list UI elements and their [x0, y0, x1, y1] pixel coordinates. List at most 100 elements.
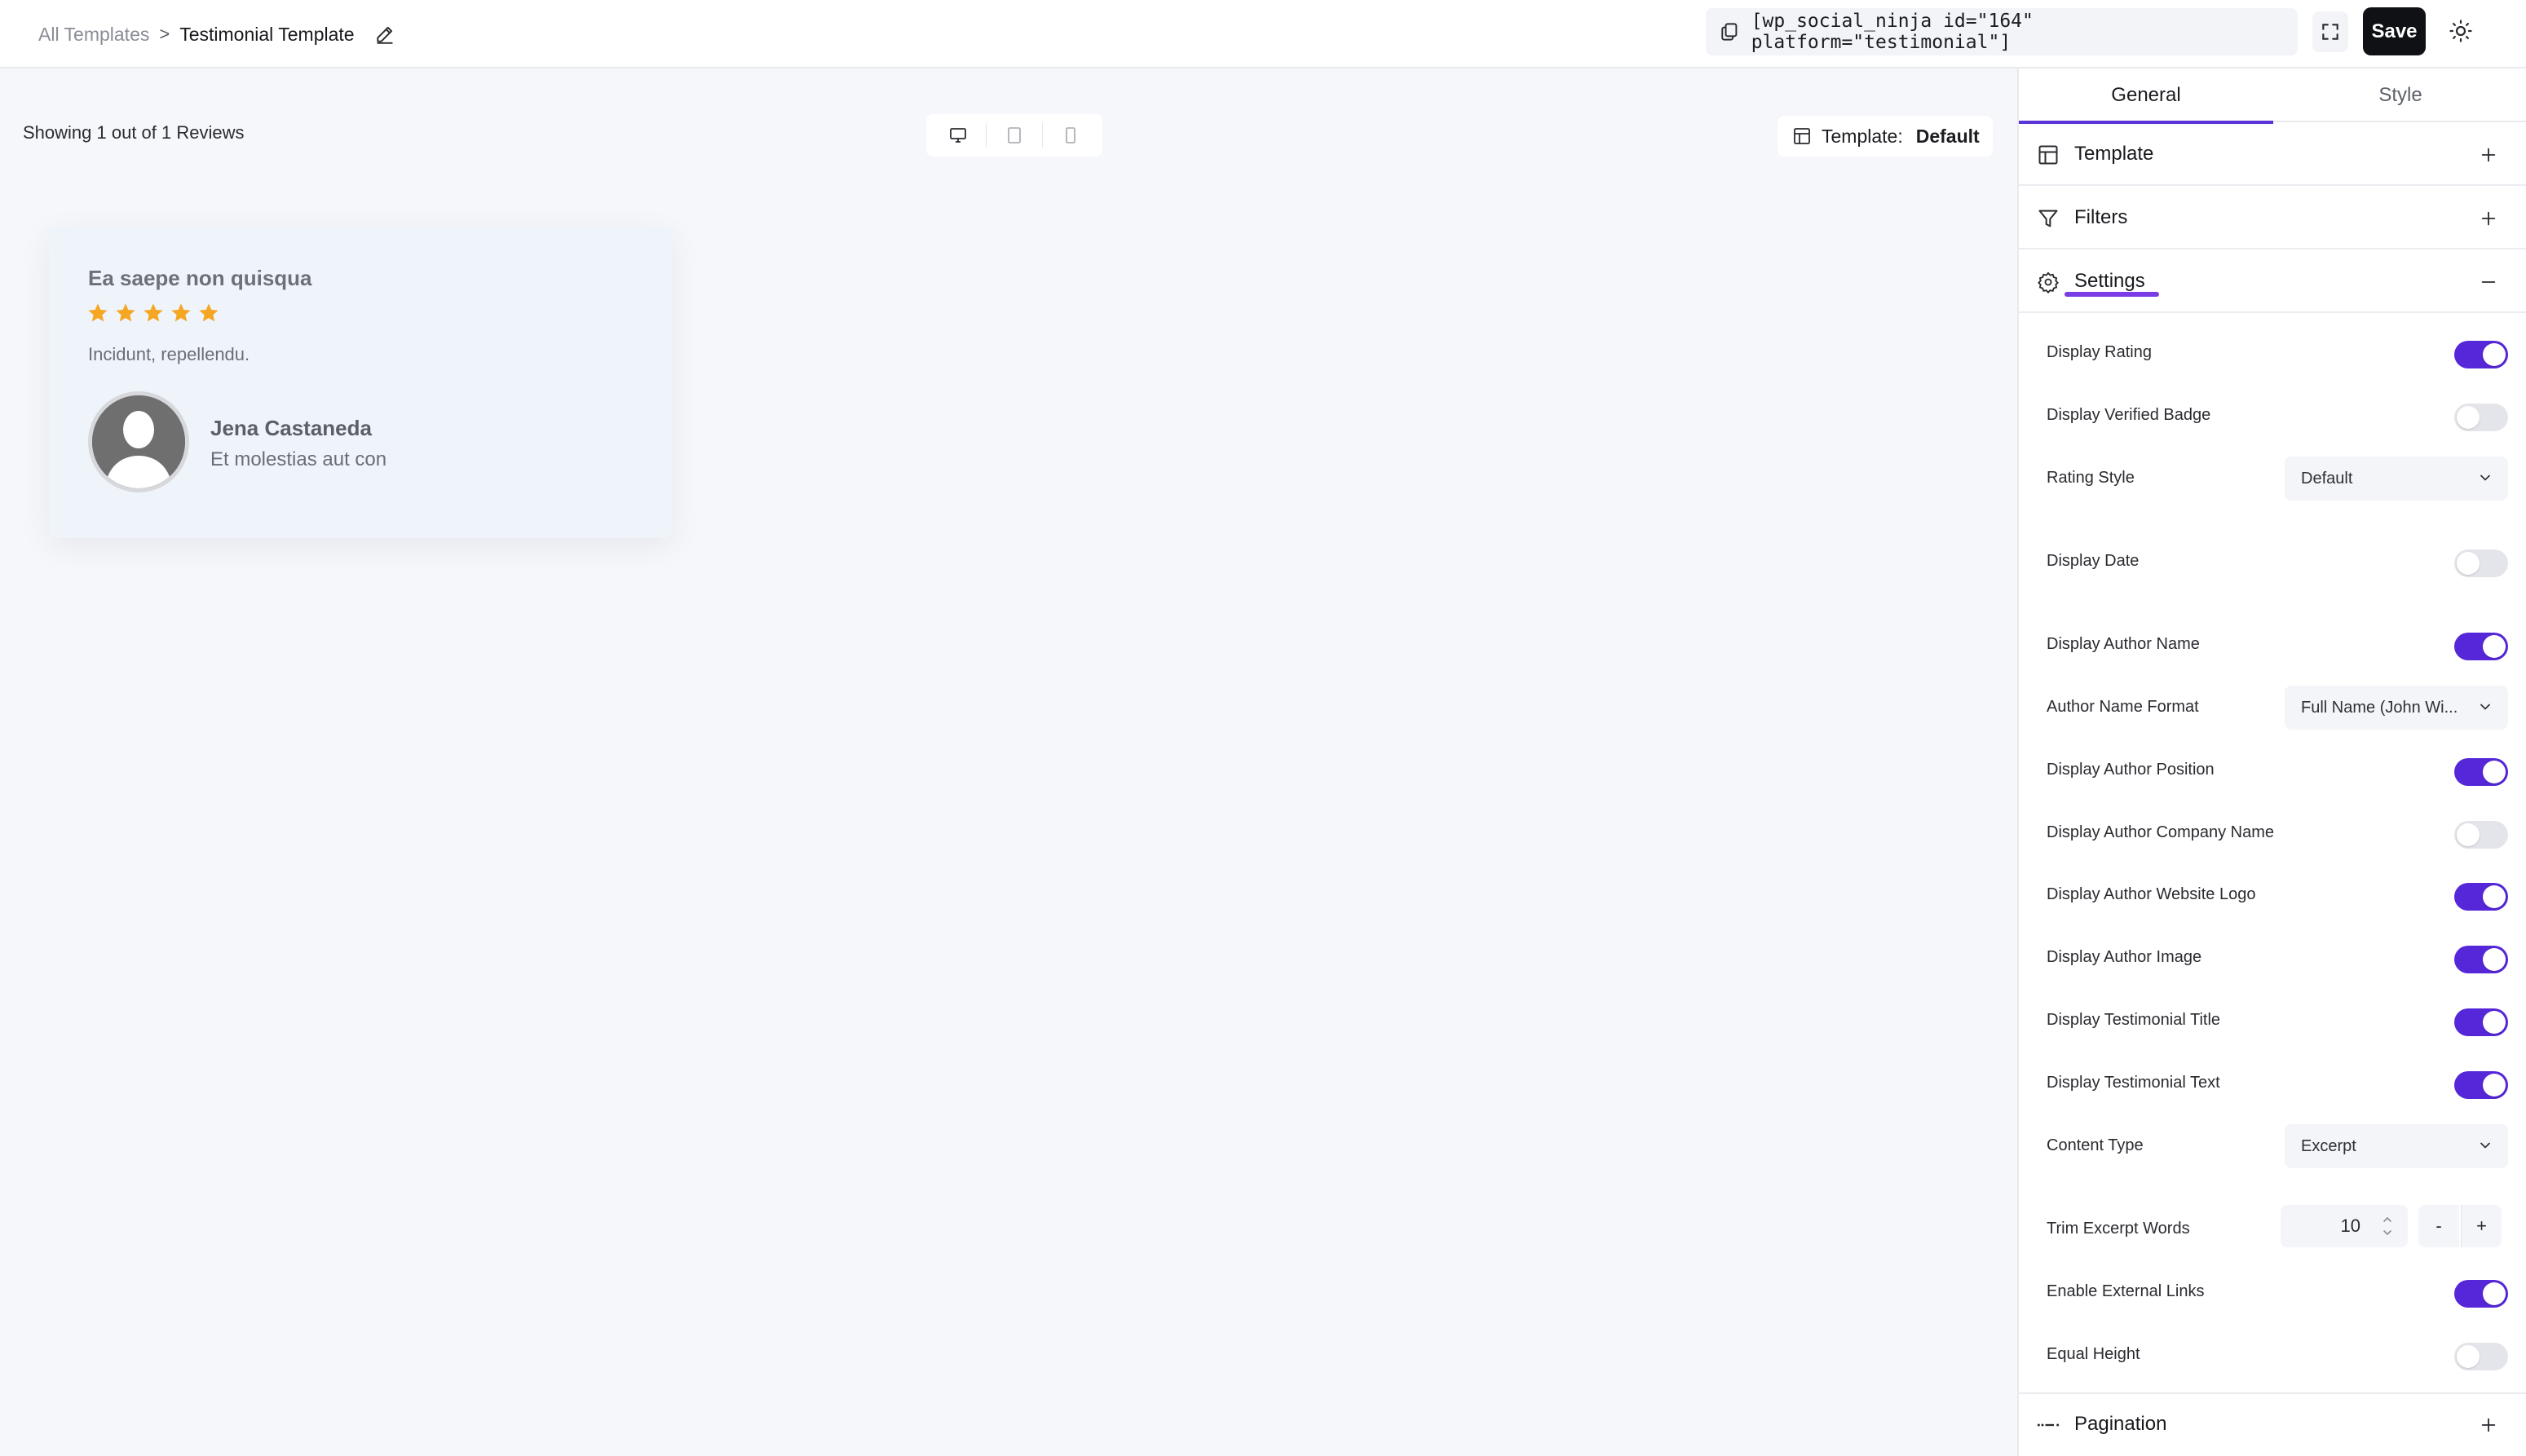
setting-display-author-name: Display Author Name [2047, 628, 2508, 660]
pencil-icon[interactable] [374, 24, 395, 45]
setting-content-type: Content Type Excerpt [2047, 1124, 2508, 1168]
sun-icon [2449, 20, 2472, 42]
plus-icon[interactable] [2474, 204, 2503, 233]
setting-display-verified-badge: Display Verified Badge [2047, 399, 2508, 431]
shortcode-text: [wp_social_ninja id="164" platform="test… [1751, 11, 2034, 53]
setting-label: Display Author Company Name [2047, 823, 2275, 841]
breadcrumb: All Templates > Testimonial Template [38, 20, 395, 49]
display-date-toggle[interactable] [2454, 549, 2508, 577]
layout-icon [1794, 128, 1810, 144]
plus-icon[interactable] [2474, 1410, 2503, 1440]
testimonial-card: Ea saepe non quisqua Incidunt, repellend… [49, 227, 672, 538]
enable-external-links-toggle[interactable] [2454, 1280, 2508, 1308]
shortcode-copy[interactable]: [wp_social_ninja id="164" platform="test… [1706, 8, 2298, 55]
setting-label: Display Author Website Logo [2047, 885, 2256, 903]
desktop-icon [949, 128, 966, 143]
setting-label: Display Verified Badge [2047, 405, 2211, 424]
section-template[interactable]: Template [2019, 124, 2526, 186]
top-bar: All Templates > Testimonial Template [wp… [0, 0, 2526, 68]
settings-panel: General Style Template Filters Settings [2017, 68, 2526, 1456]
section-template-label: Template [2074, 143, 2154, 165]
star-icon [199, 303, 219, 322]
section-filters-label: Filters [2074, 206, 2128, 228]
save-button[interactable]: Save [2363, 7, 2426, 55]
section-settings[interactable]: Settings [2019, 251, 2526, 313]
equal-height-toggle[interactable] [2454, 1343, 2508, 1370]
display-author-name-toggle[interactable] [2454, 633, 2508, 660]
display-verified-badge-toggle[interactable] [2454, 404, 2508, 431]
pagination-dots-icon [2037, 1423, 2060, 1427]
setting-enable-external-links: Enable External Links [2047, 1275, 2508, 1308]
display-testimonial-title-toggle[interactable] [2454, 1008, 2508, 1036]
increment-button[interactable]: + [2461, 1205, 2502, 1247]
display-author-website-logo-toggle[interactable] [2454, 883, 2508, 911]
display-author-position-toggle[interactable] [2454, 758, 2508, 786]
section-settings-label: Settings [2074, 270, 2145, 292]
breadcrumb-separator: > [159, 24, 170, 44]
setting-label: Equal Height [2047, 1344, 2140, 1363]
testimonial-title: Ea saepe non quisqua [88, 266, 312, 290]
display-testimonial-text-toggle[interactable] [2454, 1071, 2508, 1099]
testimonial-text: Incidunt, repellendu. [88, 344, 250, 364]
content-type-select[interactable]: Excerpt [2285, 1124, 2508, 1168]
breadcrumb-all-templates[interactable]: All Templates [38, 24, 149, 46]
theme-toggle-button[interactable] [2444, 15, 2477, 47]
rating-style-value: Default [2301, 469, 2353, 488]
display-author-image-toggle[interactable] [2454, 946, 2508, 973]
display-author-company-name-toggle[interactable] [2454, 821, 2508, 849]
mobile-preview-button[interactable] [1052, 121, 1089, 150]
active-section-underline [2065, 292, 2159, 297]
trim-excerpt-input[interactable]: 10 [2281, 1205, 2408, 1247]
star-icon [88, 303, 108, 322]
setting-display-testimonial-text: Display Testimonial Text [2047, 1066, 2508, 1099]
setting-display-testimonial-title: Display Testimonial Title [2047, 1004, 2508, 1036]
divider [1042, 123, 1044, 148]
gear-icon [2038, 271, 2059, 293]
section-filters[interactable]: Filters [2019, 188, 2526, 249]
page-title: Testimonial Template [179, 23, 355, 45]
setting-label: Display Author Name [2047, 634, 2200, 653]
setting-label: Content Type [2047, 1136, 2144, 1154]
plus-icon[interactable] [2474, 140, 2503, 170]
setting-label: Display Testimonial Text [2047, 1073, 2220, 1092]
mobile-icon [1066, 127, 1076, 143]
setting-label: Rating Style [2047, 468, 2135, 487]
chevron-down-icon [2480, 1142, 2490, 1149]
template-value: Default [1915, 125, 1980, 147]
tab-style[interactable]: Style [2273, 68, 2526, 122]
desktop-preview-button[interactable] [939, 121, 977, 150]
fullscreen-button[interactable] [2312, 11, 2348, 52]
setting-label: Display Author Image [2047, 947, 2202, 966]
copy-icon [1721, 23, 1738, 41]
tablet-icon [1008, 127, 1021, 143]
spinner-arrows-icon[interactable] [2380, 1211, 2395, 1241]
setting-rating-style: Rating Style Default [2047, 457, 2508, 501]
section-pagination[interactable]: Pagination [2019, 1392, 2526, 1454]
template-selector[interactable]: Template: Default [1777, 116, 1993, 157]
setting-author-name-format: Author Name Format Full Name (John Wi... [2047, 686, 2508, 730]
setting-label: Enable External Links [2047, 1282, 2205, 1300]
star-rating [86, 302, 220, 324]
star-icon [171, 303, 191, 322]
rating-style-select[interactable]: Default [2285, 457, 2508, 501]
layout-icon [2038, 145, 2058, 165]
star-icon [116, 303, 135, 322]
trim-excerpt-value: 10 [2340, 1216, 2360, 1236]
template-label: Template: [1822, 125, 1903, 147]
setting-label: Author Name Format [2047, 697, 2199, 716]
review-count-text: Showing 1 out of 1 Reviews [23, 122, 245, 143]
tablet-preview-button[interactable] [996, 121, 1033, 150]
display-rating-toggle[interactable] [2454, 341, 2508, 368]
decrement-button[interactable]: - [2418, 1205, 2459, 1247]
setting-display-author-position: Display Author Position [2047, 753, 2508, 786]
setting-display-rating: Display Rating [2047, 336, 2508, 368]
author-name-format-select[interactable]: Full Name (John Wi... [2285, 686, 2508, 730]
filter-icon [2038, 210, 2058, 227]
content-type-value: Excerpt [2301, 1136, 2356, 1155]
setting-label: Display Testimonial Title [2047, 1010, 2221, 1029]
setting-display-date: Display Date [2047, 545, 2508, 577]
avatar [88, 391, 189, 492]
author-name-format-value: Full Name (John Wi... [2301, 698, 2458, 717]
tab-general[interactable]: General [2019, 68, 2273, 124]
minus-icon[interactable] [2474, 267, 2503, 297]
